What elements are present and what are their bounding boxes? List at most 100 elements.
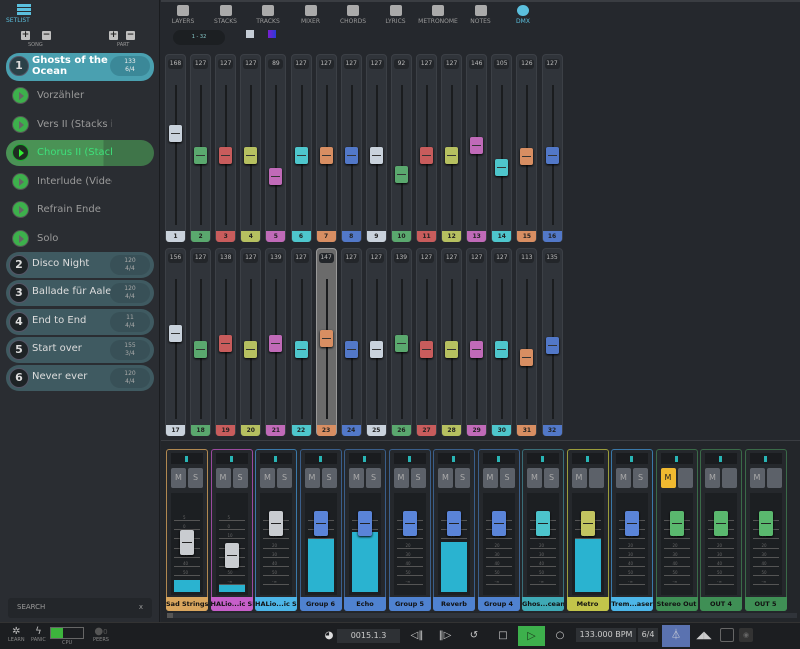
fader-knob[interactable]	[495, 159, 509, 177]
position-display[interactable]: 0015.1.3	[337, 629, 400, 643]
strip-name[interactable]: Group 4	[477, 597, 520, 611]
dmx-channel[interactable]: 127 25	[365, 248, 387, 436]
part-item[interactable]: Interlude (Video0018.6.1	[6, 169, 385, 195]
solo-button[interactable]	[677, 468, 693, 488]
volume-fader[interactable]	[447, 511, 461, 536]
play-part-icon[interactable]	[12, 172, 29, 190]
dmx-channel[interactable]: 135 32	[541, 248, 563, 436]
solo-button[interactable]: S	[544, 468, 559, 488]
dmx-channel[interactable]: 147 23	[315, 248, 337, 436]
mixer-scrollbar[interactable]	[167, 613, 797, 618]
fader-knob[interactable]	[294, 341, 308, 359]
dmx-channel[interactable]: 127 7	[315, 54, 337, 242]
solo-button[interactable]: S	[455, 468, 470, 488]
dmx-channel[interactable]: 139 21	[265, 248, 287, 436]
play-part-icon[interactable]	[12, 229, 29, 247]
tab-lyrics[interactable]: LYRICS	[374, 5, 418, 25]
volume-fader[interactable]	[625, 511, 639, 536]
song-item[interactable]: 2 Disco Night 120 4/4	[6, 252, 154, 278]
song-item[interactable]: 1 Ghosts of the Ocean 133 6/4	[6, 53, 154, 81]
dmx-channel[interactable]: 127 3	[215, 54, 237, 242]
fader-knob[interactable]	[194, 341, 208, 359]
song-item[interactable]: 3 Ballade für Aale 120 4/4	[6, 280, 154, 307]
fader-knob[interactable]	[545, 336, 559, 354]
setlist-tab[interactable]: SETLIST	[0, 0, 160, 28]
previous-part-button[interactable]: ◁‖	[408, 628, 426, 644]
mute-button[interactable]: M	[349, 468, 364, 488]
add-song-button[interactable]: +	[21, 31, 30, 40]
solo-button[interactable]: S	[232, 468, 248, 488]
bpm-display[interactable]: 133.000 BPM	[576, 628, 636, 642]
solo-button[interactable]: S	[188, 468, 203, 488]
mute-button[interactable]: M	[438, 468, 453, 488]
strip-name[interactable]: Reverb	[433, 597, 475, 611]
play-part-icon[interactable]	[12, 87, 29, 104]
dmx-channel[interactable]: 127 9	[365, 54, 387, 242]
solo-button[interactable]: S	[633, 468, 648, 488]
channel-range-selector[interactable]: 1 - 32	[173, 30, 225, 45]
dmx-channel[interactable]: 92 10	[390, 54, 412, 242]
dmx-channel[interactable]: 127 22	[290, 248, 312, 436]
strip-name[interactable]: Group 6	[299, 597, 342, 611]
volume-fader[interactable]	[358, 511, 372, 536]
dmx-channel[interactable]: 156 17	[165, 248, 186, 436]
strip-name[interactable]: Echo	[344, 597, 386, 611]
tab-tracks[interactable]: TRACKS	[246, 5, 290, 25]
time-signature[interactable]: 6/4	[638, 628, 658, 642]
strip-name[interactable]: Ghos...cean	[522, 597, 564, 611]
fader-track[interactable]	[476, 85, 479, 225]
fader-knob[interactable]	[344, 341, 358, 359]
mute-button[interactable]: M	[482, 468, 498, 488]
dmx-channel[interactable]: 127 27	[416, 248, 437, 436]
tab-chords[interactable]: CHORDS	[331, 5, 375, 25]
dmx-channel[interactable]: 139 26	[390, 248, 412, 436]
strip-name[interactable]: Sad Strings	[166, 597, 208, 611]
part-item[interactable]: Vers II (Stacks i0003.1.1	[6, 112, 385, 138]
dmx-channel[interactable]: 127 11	[416, 54, 437, 242]
mute-button[interactable]: M	[749, 468, 765, 488]
volume-fader[interactable]	[402, 511, 417, 536]
tab-layers[interactable]: LAYERS	[161, 5, 205, 25]
tab-notes[interactable]: NOTES	[459, 5, 503, 25]
strip-name[interactable]: HALio...ic SE	[255, 597, 297, 611]
solo-button[interactable]: S	[321, 468, 337, 488]
volume-fader[interactable]	[714, 511, 728, 536]
fader-knob[interactable]	[194, 147, 208, 165]
dmx-channel[interactable]: 127 20	[240, 248, 262, 436]
remove-song-button[interactable]: −	[42, 31, 51, 40]
part-item[interactable]: Refrain Ende0027.1.1	[6, 197, 385, 223]
fader-knob[interactable]	[520, 147, 534, 165]
part-item[interactable]: Chorus II (Stack0011.1.1	[6, 140, 385, 166]
mute-button[interactable]: M	[393, 468, 409, 488]
settings-button[interactable]: ◉	[739, 628, 753, 642]
record-button[interactable]: ○	[551, 628, 569, 644]
dmx-channel[interactable]: 127 29	[466, 248, 488, 436]
fader-knob[interactable]	[219, 335, 233, 353]
fader-knob[interactable]	[445, 341, 459, 359]
mute-button[interactable]: M	[171, 468, 186, 488]
fullscreen-button[interactable]	[720, 628, 734, 642]
part-item[interactable]: Vorzähler0001.1.1	[6, 83, 385, 109]
search-input[interactable]: SEARCH x	[8, 598, 152, 618]
fader-track[interactable]	[400, 85, 403, 225]
fader-knob[interactable]	[470, 136, 484, 154]
solo-button[interactable]: S	[499, 468, 515, 488]
fader-knob[interactable]	[495, 341, 509, 359]
panic-button[interactable]: ϟ PANIC	[31, 626, 46, 643]
volume-fader[interactable]	[180, 530, 194, 555]
fader-track[interactable]	[275, 85, 278, 225]
fader-knob[interactable]	[470, 341, 484, 359]
dmx-channel[interactable]: 127 2	[190, 54, 212, 242]
fader-knob[interactable]	[219, 147, 233, 165]
strip-name[interactable]: OUT 5	[744, 597, 787, 611]
next-part-button[interactable]: ‖▷	[436, 628, 454, 644]
fader-knob[interactable]	[420, 341, 433, 359]
add-part-button[interactable]: +	[109, 31, 118, 40]
song-item[interactable]: 4 End to End 11 4/4	[6, 308, 154, 335]
song-item[interactable]: 6 Never ever 120 4/4	[6, 365, 154, 392]
fader-knob[interactable]	[369, 147, 383, 165]
dmx-channel[interactable]: 105 14	[491, 54, 513, 242]
strip-name[interactable]: HALio...ic SE	[210, 597, 253, 611]
dmx-channel[interactable]: 127 28	[441, 248, 463, 436]
strip-name[interactable]: OUT 4	[700, 597, 742, 611]
